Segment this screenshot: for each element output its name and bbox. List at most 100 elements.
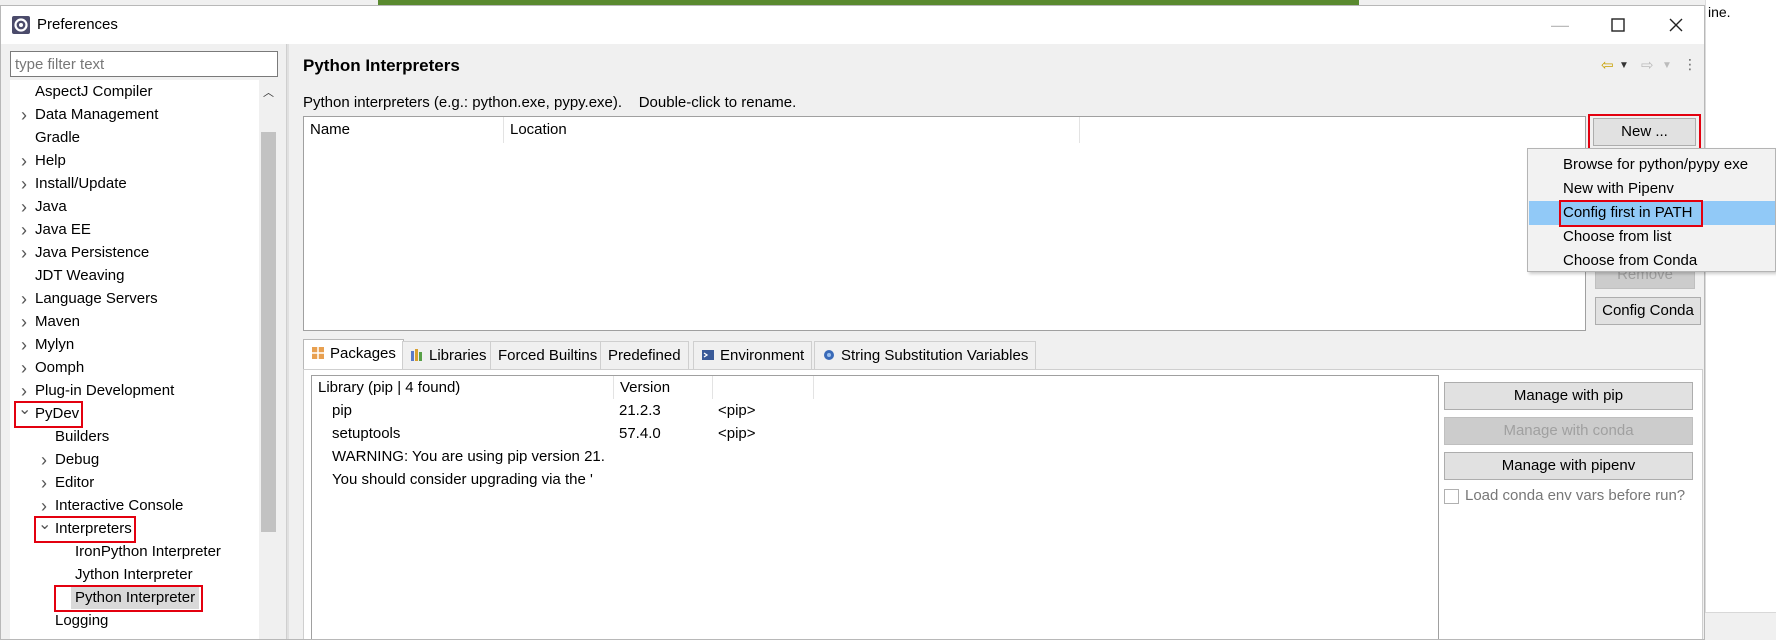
tree-item[interactable]: Oomph <box>35 357 84 379</box>
chevron-right-icon[interactable]: › <box>38 449 50 471</box>
chevron-right-icon[interactable]: › <box>18 311 30 333</box>
column-header-name[interactable]: Name <box>304 117 504 143</box>
chevron-right-icon[interactable]: › <box>38 472 50 494</box>
page-description: Python interpreters (e.g.: python.exe, p… <box>303 94 797 111</box>
tree-item[interactable]: Logging <box>55 610 108 632</box>
maximize-icon <box>1611 18 1625 32</box>
tree-item[interactable]: JDT Weaving <box>35 265 124 287</box>
chevron-right-icon[interactable]: › <box>18 196 30 218</box>
background-window: ine. <box>1705 0 1776 640</box>
panel-divider[interactable] <box>286 44 289 639</box>
tree-item[interactable]: AspectJ Compiler <box>35 81 153 103</box>
package-cell[interactable]: <pip> <box>718 422 813 445</box>
menu-item[interactable]: Choose from Conda <box>1529 249 1775 273</box>
title-bar: Preferences — <box>1 6 1704 44</box>
tree-item[interactable]: Java <box>35 196 67 218</box>
column-header-extra[interactable] <box>713 376 814 399</box>
chevron-right-icon[interactable]: › <box>38 495 50 517</box>
column-header-location[interactable]: Location <box>504 117 1080 143</box>
window-title: Preferences <box>37 16 118 33</box>
tree-item[interactable]: Jython Interpreter <box>75 564 193 586</box>
package-cell[interactable]: 57.4.0 <box>619 422 714 445</box>
filter-input[interactable] <box>10 51 278 77</box>
background-status-bar <box>1705 612 1776 640</box>
tree-item[interactable]: Language Servers <box>35 288 158 310</box>
tree-item[interactable]: IronPython Interpreter <box>75 541 221 563</box>
back-dropdown-icon[interactable]: ▼ <box>1619 60 1629 71</box>
tab-environment[interactable]: Environment <box>693 341 813 369</box>
tab-label: Libraries <box>429 347 487 364</box>
tree-item[interactable]: Gradle <box>35 127 80 149</box>
highlight-tree-item <box>54 585 203 612</box>
packages-icon <box>311 345 330 362</box>
chevron-right-icon[interactable]: › <box>18 173 30 195</box>
package-cell[interactable]: WARNING: You are using pip version 21. <box>332 445 612 468</box>
tab-predefined[interactable]: Predefined <box>600 341 689 369</box>
highlight-new-button <box>1588 114 1701 150</box>
tab-forced-builtins[interactable]: Forced Builtins <box>490 341 606 369</box>
forward-dropdown-icon[interactable]: ▼ <box>1662 60 1672 71</box>
tree-item[interactable]: Editor <box>55 472 94 494</box>
column-header-library[interactable]: Library (pip | 4 found) <box>312 376 614 399</box>
libraries-icon <box>410 347 429 364</box>
interpreters-table[interactable]: Name Location <box>303 116 1586 331</box>
tree-item[interactable]: Install/Update <box>35 173 127 195</box>
tree-item[interactable]: Debug <box>55 449 99 471</box>
chevron-right-icon[interactable]: › <box>18 219 30 241</box>
forward-icon[interactable]: ⇨ <box>1641 56 1654 74</box>
new-interpreter-menu: Browse for python/pypy exe New with Pipen… <box>1527 148 1776 272</box>
packages-table[interactable]: Library (pip | 4 found) Version pip 21.2.… <box>311 375 1439 639</box>
view-menu-icon[interactable]: ⋮ <box>1683 56 1697 73</box>
menu-item[interactable]: Browse for python/pypy exe <box>1529 153 1775 177</box>
tree-item[interactable]: Data Management <box>35 104 158 126</box>
tab-label: String Substitution Variables <box>841 347 1029 364</box>
config-conda-button[interactable]: Config Conda <box>1595 297 1701 325</box>
manage-with-conda-button[interactable]: Manage with conda <box>1444 417 1693 445</box>
tab-packages[interactable]: Packages <box>303 339 404 370</box>
tab-label: Environment <box>720 347 805 364</box>
menu-item[interactable]: New with Pipenv <box>1529 177 1775 201</box>
tab-label: Packages <box>330 345 396 362</box>
preference-tree: AspectJ Compiler › Data Management Gradle › H… <box>10 80 278 639</box>
tab-string-substitution-variables[interactable]: String Substitution Variables <box>814 341 1037 369</box>
tree-scrollbar-thumb[interactable] <box>261 132 276 532</box>
manage-with-pipenv-button[interactable]: Manage with pipenv <box>1444 452 1693 480</box>
package-cell[interactable]: setuptools <box>332 422 612 445</box>
minimize-button[interactable]: — <box>1531 6 1589 44</box>
tree-item[interactable]: Mylyn <box>35 334 74 356</box>
manage-with-pip-button[interactable]: Manage with pip <box>1444 382 1693 410</box>
chevron-right-icon[interactable]: › <box>18 357 30 379</box>
menu-item[interactable]: Choose from list <box>1529 225 1775 249</box>
package-cell[interactable]: pip <box>332 399 612 422</box>
tree-item[interactable]: Builders <box>55 426 109 448</box>
eclipse-gear-icon <box>12 16 30 34</box>
chevron-right-icon[interactable]: › <box>18 150 30 172</box>
tree-item[interactable]: Java Persistence <box>35 242 149 264</box>
chevron-right-icon[interactable]: › <box>18 380 30 402</box>
tab-libraries[interactable]: Libraries <box>402 341 495 369</box>
environment-icon <box>701 347 720 364</box>
package-cell[interactable]: You should consider upgrading via the ' <box>332 468 612 491</box>
tree-item[interactable]: Help <box>35 150 66 172</box>
chevron-right-icon[interactable]: › <box>18 104 30 126</box>
chevron-right-icon[interactable]: › <box>18 288 30 310</box>
close-icon <box>1669 18 1683 32</box>
page-title: Python Interpreters <box>303 56 460 75</box>
tree-item[interactable]: Interactive Console <box>55 495 183 517</box>
back-icon[interactable]: ⇦ <box>1601 56 1614 74</box>
maximize-button[interactable] <box>1589 6 1647 44</box>
column-header-version[interactable]: Version <box>614 376 713 399</box>
preferences-dialog: Preferences — AspectJ Compiler›Data Mana… <box>0 5 1705 640</box>
load-conda-env-checkbox[interactable] <box>1444 489 1459 504</box>
package-cell[interactable]: 21.2.3 <box>619 399 714 422</box>
tree-item[interactable]: Java EE <box>35 219 91 241</box>
close-button[interactable] <box>1647 6 1704 44</box>
chevron-right-icon[interactable]: › <box>18 334 30 356</box>
tree-item[interactable]: Maven <box>35 311 80 333</box>
chevron-right-icon[interactable]: › <box>18 242 30 264</box>
variables-icon <box>822 347 841 364</box>
tree-item[interactable]: Plug-in Development <box>35 380 174 402</box>
package-cell[interactable]: <pip> <box>718 399 813 422</box>
scroll-up-icon[interactable]: ︿ <box>259 84 278 102</box>
load-conda-env-label: Load conda env vars before run? <box>1465 487 1686 504</box>
